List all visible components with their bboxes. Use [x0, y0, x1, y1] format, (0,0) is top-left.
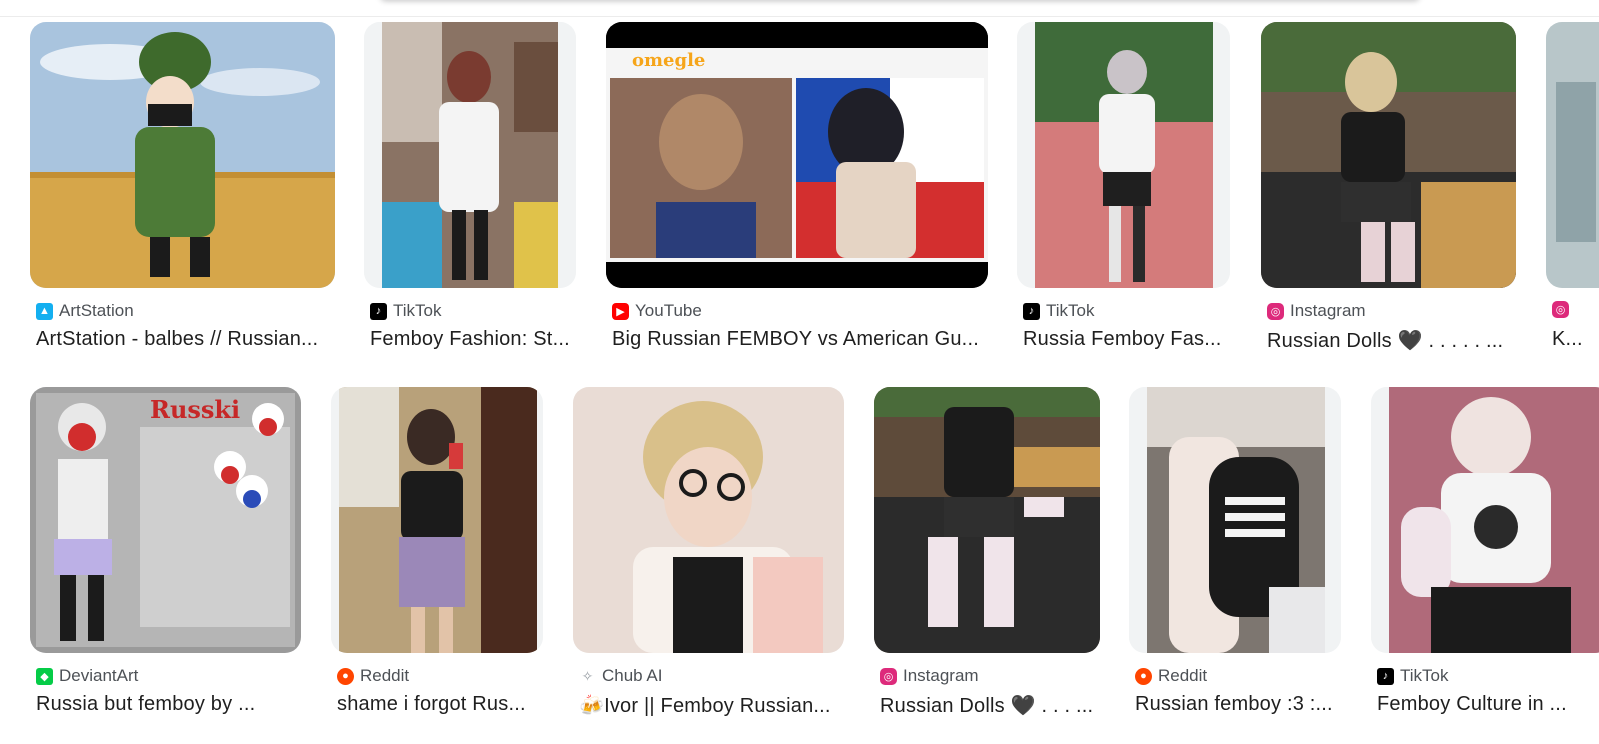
image-result-card[interactable]: omegle ▶ YouTube Big Russian FEMBOY vs A…: [606, 22, 988, 357]
result-title[interactable]: Russian Dolls 🖤 . . . ...: [880, 693, 1098, 718]
result-thumbnail[interactable]: [30, 22, 335, 288]
result-title[interactable]: 🍻Ivor || Femboy Russian...: [579, 693, 841, 718]
result-source: ♪ TikTok: [370, 301, 442, 321]
result-title[interactable]: Russia but femboy by ...: [36, 693, 301, 716]
result-source: ◎ Instagram: [1267, 301, 1366, 321]
image-result-card[interactable]: ● Reddit shame i forgot Rus...: [331, 387, 543, 722]
result-source: ▶ YouTube: [612, 301, 702, 321]
source-label: DeviantArt: [59, 666, 139, 685]
source-label: Instagram: [903, 666, 979, 685]
result-thumbnail[interactable]: [573, 387, 844, 653]
result-source: ◎ Instagram: [880, 666, 979, 686]
image-result-card[interactable]: ♪ TikTok Femboy Culture in ...: [1371, 387, 1599, 722]
result-title[interactable]: Russia Femboy Fas...: [1023, 328, 1228, 351]
source-label: YouTube: [635, 301, 702, 320]
thumbnail-image: [1129, 387, 1341, 653]
result-thumbnail[interactable]: [1129, 387, 1341, 653]
thumbnail-image: [364, 22, 576, 288]
result-title[interactable]: Russian femboy :3 :...: [1135, 693, 1340, 716]
result-thumbnail[interactable]: [1261, 22, 1516, 288]
reddit-icon: ●: [337, 667, 354, 685]
source-label: TikTok: [1400, 666, 1449, 685]
thumbnail-image: [874, 387, 1100, 653]
result-source: ✧ Chub AI: [579, 666, 663, 686]
image-result-card[interactable]: ▲ ArtStation ArtStation - balbes // Russ…: [30, 22, 335, 357]
result-thumbnail[interactable]: [1371, 387, 1599, 653]
image-result-card[interactable]: ✧ Chub AI 🍻Ivor || Femboy Russian...: [573, 387, 844, 722]
thumbnail-image: [573, 387, 844, 653]
thumbnail-image: [1546, 22, 1599, 288]
deviantart-icon: ◆: [36, 667, 53, 685]
source-label: ArtStation: [59, 301, 134, 320]
tiktok-icon: ♪: [1377, 667, 1394, 685]
tiktok-icon: ♪: [1023, 302, 1040, 320]
result-source: ● Reddit: [337, 666, 409, 686]
result-title[interactable]: Femboy Fashion: St...: [370, 328, 575, 351]
result-title[interactable]: Russian Dolls 🖤 . . . . . ...: [1267, 328, 1507, 353]
image-result-card[interactable]: ◎ Instagram Russian Dolls 🖤 . . . ...: [874, 387, 1100, 722]
result-title[interactable]: shame i forgot Rus...: [337, 693, 537, 716]
result-source: ◆ DeviantArt: [36, 666, 138, 686]
result-thumbnail[interactable]: [1017, 22, 1230, 288]
thumbnail-image: [30, 22, 335, 288]
result-source: ● Reddit: [1135, 666, 1207, 686]
image-result-card[interactable]: ♪ TikTok Femboy Fashion: St...: [364, 22, 576, 357]
chub-ai-icon: ✧: [579, 667, 596, 685]
result-source: ♪ TikTok: [1377, 666, 1449, 686]
instagram-icon: ◎: [880, 667, 897, 685]
thumbnail-image: [1017, 22, 1230, 288]
thumbnail-image: [1371, 387, 1599, 653]
result-source: ▲ ArtStation: [36, 301, 134, 321]
russki-caption: Russki: [150, 395, 241, 424]
source-label: TikTok: [1046, 301, 1095, 320]
result-thumbnail[interactable]: [1546, 22, 1599, 288]
image-result-card[interactable]: Russki ◆ DeviantArt Russia but femboy by…: [30, 387, 301, 722]
image-result-card[interactable]: ● Reddit Russian femboy :3 :...: [1129, 387, 1341, 722]
result-title[interactable]: ArtStation - balbes // Russian...: [36, 328, 336, 351]
source-label: Chub AI: [602, 666, 663, 685]
thumbnail-image: [1261, 22, 1516, 288]
omegle-logo: omegle: [632, 50, 706, 71]
result-source: ♪ TikTok: [1023, 301, 1095, 321]
thumbnail-image: [331, 387, 543, 653]
source-label: TikTok: [393, 301, 442, 320]
image-result-card[interactable]: ♪ TikTok Russia Femboy Fas...: [1017, 22, 1230, 357]
image-result-card[interactable]: ◎ K...: [1546, 22, 1599, 357]
result-thumbnail[interactable]: [331, 387, 543, 653]
artstation-icon: ▲: [36, 302, 53, 320]
image-result-card[interactable]: ◎ Instagram Russian Dolls 🖤 . . . . . ..…: [1261, 22, 1516, 357]
tiktok-icon: ♪: [370, 302, 387, 320]
source-label: Reddit: [360, 666, 410, 685]
result-source: ◎: [1552, 301, 1575, 318]
result-title[interactable]: Big Russian FEMBOY vs American Gu...: [612, 328, 984, 351]
result-title[interactable]: K...: [1552, 328, 1599, 351]
result-thumbnail[interactable]: [874, 387, 1100, 653]
reddit-icon: ●: [1135, 667, 1152, 685]
youtube-icon: ▶: [612, 302, 629, 320]
result-thumbnail[interactable]: Russki: [30, 387, 301, 653]
instagram-icon: ◎: [1267, 302, 1284, 320]
result-thumbnail[interactable]: omegle: [606, 22, 988, 288]
image-results-grid: ▲ ArtStation ArtStation - balbes // Russ…: [0, 0, 1599, 744]
result-title[interactable]: Femboy Culture in ...: [1377, 693, 1599, 716]
source-label: Instagram: [1290, 301, 1366, 320]
instagram-icon: ◎: [1552, 301, 1569, 318]
thumbnail-image: [30, 387, 301, 653]
source-label: Reddit: [1158, 666, 1208, 685]
result-thumbnail[interactable]: [364, 22, 576, 288]
